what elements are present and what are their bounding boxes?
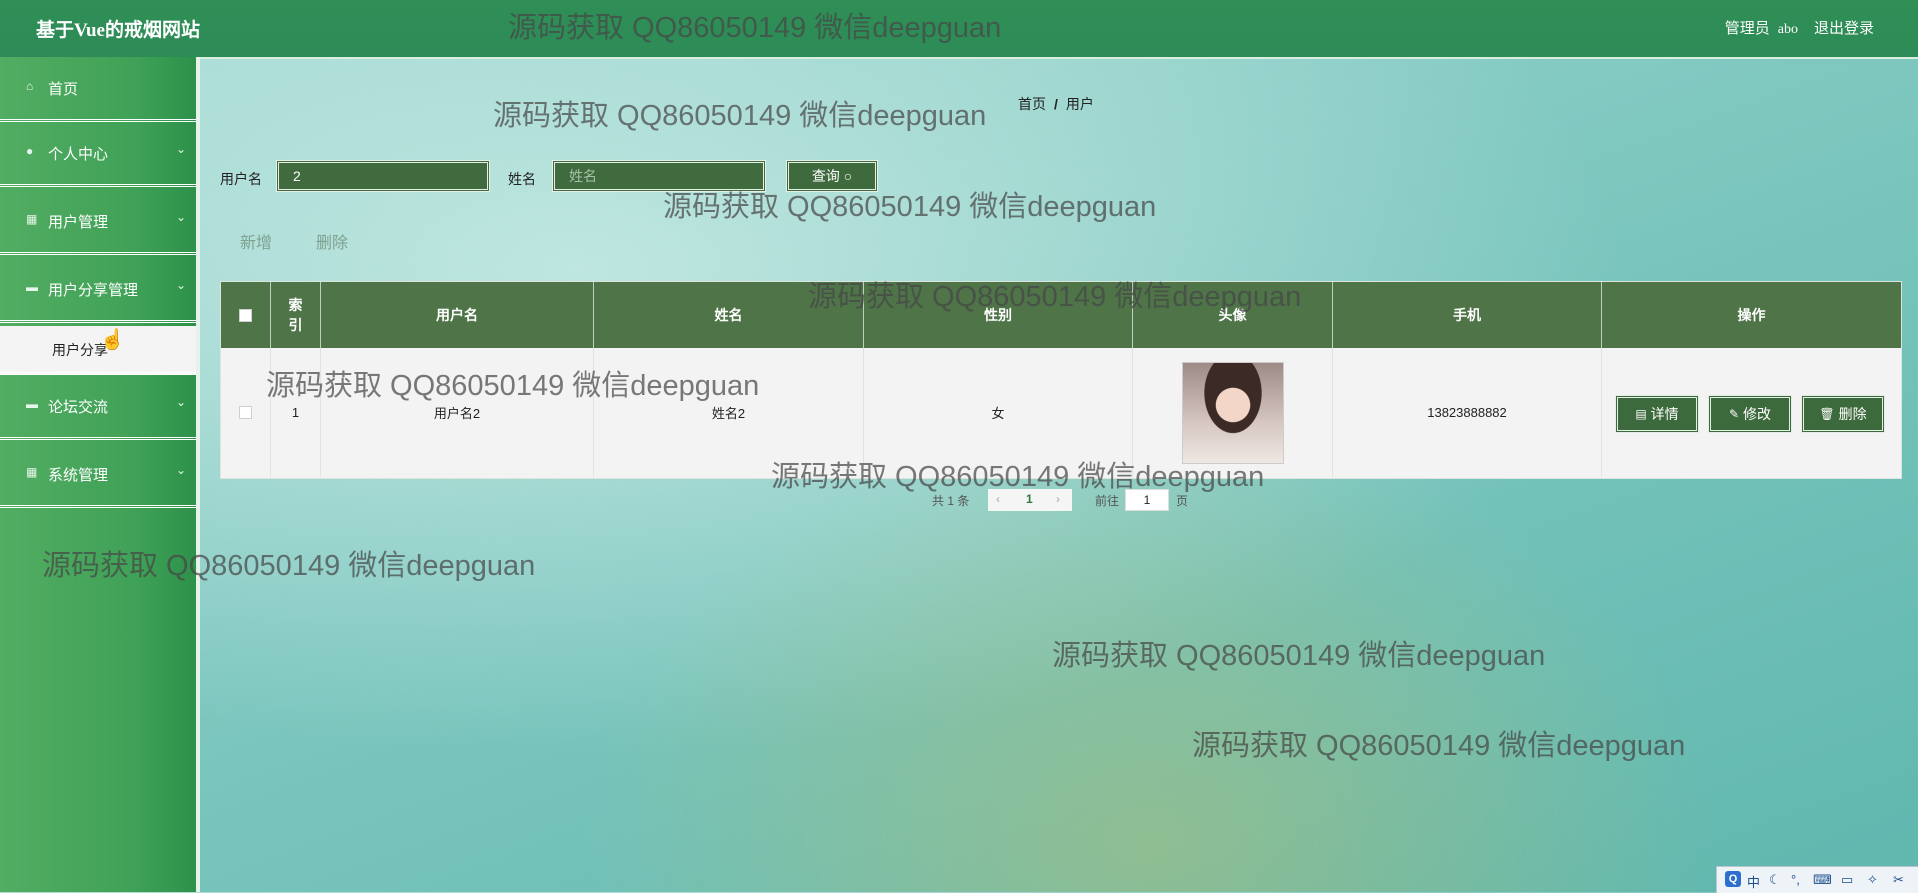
search-icon: ○ xyxy=(843,168,853,184)
select-all-cell xyxy=(221,282,271,348)
watermark: 源码获取 QQ86050149 微信deepguan xyxy=(493,100,987,132)
total-prefix: 共 xyxy=(932,494,945,508)
sidebar-item-personal-center[interactable]: ● 个人中心 ⌄ xyxy=(0,122,196,187)
cell-name: 姓名2 xyxy=(594,348,864,477)
keyboard-icon[interactable]: ⌨ xyxy=(1813,872,1832,888)
name-label: 姓名 xyxy=(508,171,536,187)
book-icon: ▬ xyxy=(26,280,38,294)
batch-delete-button[interactable]: 删除 xyxy=(316,229,348,253)
moon-icon[interactable]: ☾ xyxy=(1769,872,1781,888)
th-phone: 手机 xyxy=(1333,282,1602,348)
user-table: 索引 用户名 姓名 性别 头像 手机 操作 1 用户名2 姓名2 女 13823… xyxy=(220,281,1902,479)
edit-button-label: 修改 xyxy=(1743,406,1772,422)
avatar[interactable] xyxy=(1181,361,1284,464)
sidebar-item-forum[interactable]: ▬ 论坛交流 ⌄ xyxy=(0,375,196,440)
th-actions: 操作 xyxy=(1737,307,1766,323)
goto-label: 前往 xyxy=(1095,494,1120,508)
pencil-icon: ✎ xyxy=(1728,407,1740,421)
cell-index: 1 xyxy=(271,348,321,477)
home-icon: ⌂ xyxy=(26,79,34,93)
th-name: 姓名 xyxy=(594,282,864,348)
document-icon: ▤ xyxy=(1635,407,1647,421)
pager: ‹ 1 › xyxy=(988,489,1072,511)
th-index: 索引 xyxy=(271,282,321,348)
trash-icon: 🗑 xyxy=(1819,407,1835,421)
detail-button[interactable]: ▤ 详情 xyxy=(1615,395,1699,433)
watermark: 源码获取 QQ86050149 微信deepguan xyxy=(1192,730,1686,762)
sidebar-item-label: 论坛交流 xyxy=(48,399,109,416)
table-header: 索引 用户名 姓名 性别 头像 手机 操作 xyxy=(221,282,1901,348)
pagination-total: 共 1 条 xyxy=(932,492,969,509)
total-suffix: 条 xyxy=(957,494,970,508)
chevron-down-icon: ⌄ xyxy=(175,395,186,409)
page-suffix: 页 xyxy=(1176,494,1189,508)
chevron-down-icon: ⌄ xyxy=(175,463,186,477)
sidebar-item-user-management[interactable]: ▦ 用户管理 ⌄ xyxy=(0,190,196,255)
page-number[interactable]: 1 xyxy=(1026,492,1033,506)
select-all-checkbox[interactable] xyxy=(239,308,252,322)
detail-button-label: 详情 xyxy=(1650,406,1679,422)
breadcrumb-home[interactable]: 首页 xyxy=(1018,96,1046,112)
delete-button[interactable]: 🗑 删除 xyxy=(1801,395,1885,433)
submenu-item-user-share[interactable]: 用户分享 xyxy=(0,326,196,375)
sidebar-item-label: 个人中心 xyxy=(48,146,109,163)
breadcrumb-current: 用户 xyxy=(1065,96,1094,112)
grid-icon: ▦ xyxy=(26,465,38,479)
query-button[interactable]: 查询 ○ xyxy=(786,160,878,192)
chevron-down-icon: ⌄ xyxy=(175,142,186,156)
username-label: 用户名 xyxy=(220,171,262,187)
watermark: 源码获取 QQ86050149 微信deepguan xyxy=(1052,640,1546,672)
add-button[interactable]: 新增 xyxy=(240,229,272,253)
sidebar-item-system-management[interactable]: ▦ 系统管理 ⌄ xyxy=(0,443,196,508)
th-username: 用户名 xyxy=(321,282,594,348)
top-header: 基于Vue的戒烟网站 管理员 abo 退出登录 xyxy=(0,0,1918,59)
cell-gender: 女 xyxy=(864,348,1133,477)
delete-button-label: 删除 xyxy=(1838,406,1867,422)
breadcrumb-separator: / xyxy=(1054,96,1058,112)
book-icon: ▬ xyxy=(26,397,38,411)
breadcrumb: 首页 / 用户 xyxy=(1018,94,1094,114)
ime-tray: Q 中 ☾ °, ⌨ ▭ ✧ ✂ xyxy=(1716,866,1918,893)
chevron-down-icon: ⌄ xyxy=(175,210,186,224)
wrench-icon[interactable]: ✂ xyxy=(1893,872,1904,888)
name-input[interactable]: 姓名 xyxy=(552,160,766,192)
goto-page-input[interactable]: 1 xyxy=(1125,489,1169,511)
cell-avatar xyxy=(1133,348,1333,477)
user-info: 管理员 abo xyxy=(1725,17,1798,38)
query-button-label: 查询 xyxy=(811,168,840,184)
row-select-cell xyxy=(221,348,271,477)
ime-mode[interactable]: 中 xyxy=(1747,872,1760,891)
user-role: 管理员 xyxy=(1724,20,1770,37)
mouse-cursor-icon: ☝ xyxy=(100,329,125,351)
user-icon: ● xyxy=(26,144,34,158)
bar-icon[interactable]: ▭ xyxy=(1841,872,1853,888)
sidebar: ⌂ 首页 ● 个人中心 ⌄ ▦ 用户管理 ⌄ ▬ 用户分享管理 ⌄ 用户分享 ▬… xyxy=(0,57,200,892)
username-input[interactable]: 2 xyxy=(276,160,490,192)
grid-icon: ▦ xyxy=(26,212,38,226)
site-title: 基于Vue的戒烟网站 xyxy=(36,20,200,41)
cell-username: 用户名2 xyxy=(321,348,594,477)
user-name: abo xyxy=(1777,22,1798,37)
sidebar-item-label: 用户分享管理 xyxy=(48,282,139,299)
ime-logo-icon[interactable]: Q xyxy=(1725,871,1741,887)
punctuation-icon[interactable]: °, xyxy=(1791,872,1800,887)
sidebar-item-user-share-management[interactable]: ▬ 用户分享管理 ⌄ xyxy=(0,258,196,323)
sidebar-item-label: 系统管理 xyxy=(48,467,109,484)
th-gender: 性别 xyxy=(864,282,1133,348)
prev-page-icon[interactable]: ‹ xyxy=(996,492,1000,506)
total-count: 1 xyxy=(947,494,955,508)
chevron-down-icon: ⌄ xyxy=(175,278,186,292)
tool-icon[interactable]: ✧ xyxy=(1867,872,1878,888)
sidebar-item-label: 首页 xyxy=(48,81,79,98)
row-checkbox[interactable] xyxy=(239,406,252,419)
sidebar-item-home[interactable]: ⌂ 首页 xyxy=(0,57,196,122)
cell-phone: 13823888882 xyxy=(1333,348,1602,477)
th-avatar: 头像 xyxy=(1133,282,1333,348)
logout-link[interactable]: 退出登录 xyxy=(1814,17,1874,38)
sidebar-item-label: 用户管理 xyxy=(48,214,109,231)
edit-button[interactable]: ✎ 修改 xyxy=(1708,395,1792,433)
next-page-icon[interactable]: › xyxy=(1056,492,1060,506)
